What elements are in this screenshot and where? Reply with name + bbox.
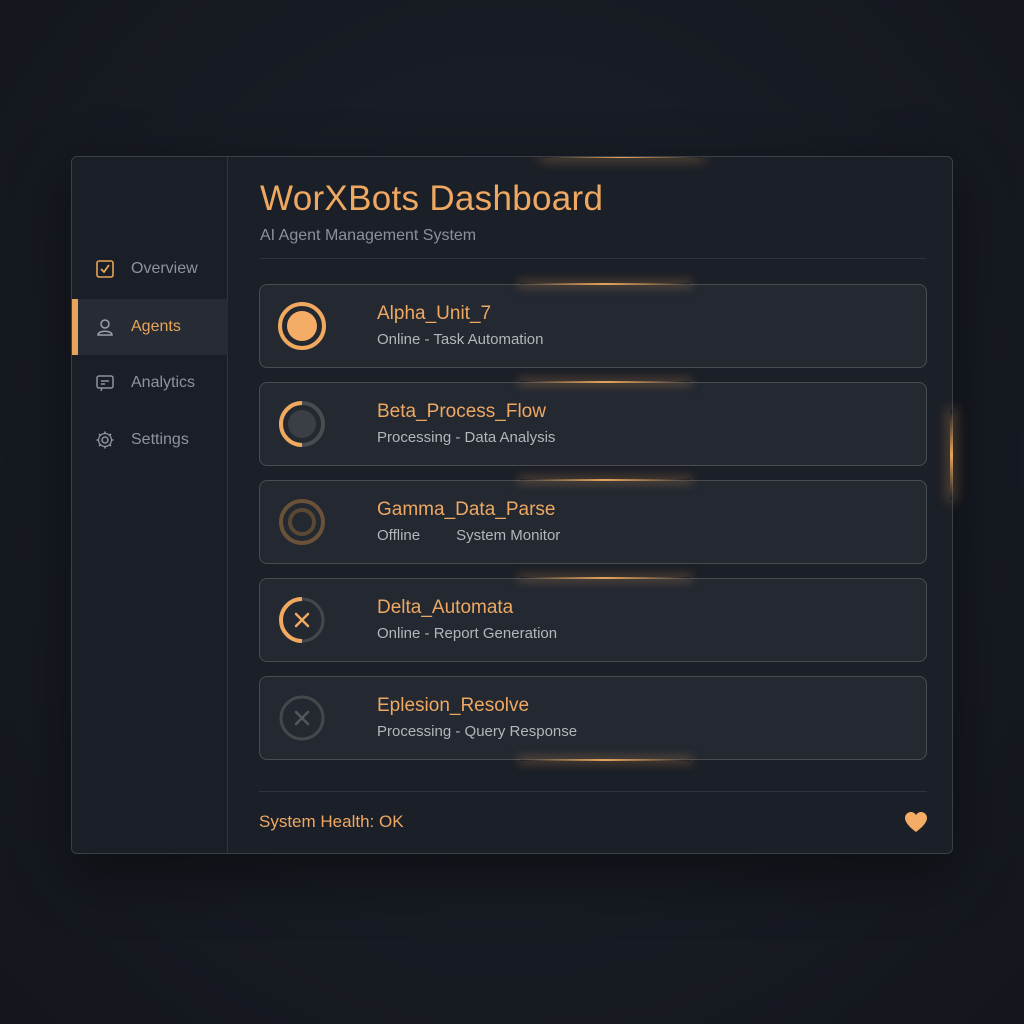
agent-card-eplesion[interactable]: Eplesion_Resolve Processing - Query Resp…: [259, 676, 927, 761]
agent-status: Offline System Monitor: [377, 527, 560, 544]
dashboard-window: Overview Agents Analytics Settings WorXB…: [71, 156, 953, 854]
agent-card-delta[interactable]: Delta_Automata Online - Report Generatio…: [259, 577, 927, 662]
error-status-icon: [279, 597, 325, 643]
sidebar-item-label: Overview: [131, 260, 198, 277]
card-glow-accent: [520, 577, 690, 579]
gear-icon: [94, 429, 116, 451]
agent-name: Delta_Automata: [377, 597, 514, 618]
divider: [260, 258, 926, 259]
card-glow-accent: [520, 479, 690, 481]
system-health-status: System Health: OK: [259, 812, 404, 831]
agent-name: Beta_Process_Flow: [377, 401, 546, 422]
agent-card-gamma[interactable]: Gamma_Data_Parse Offline System Monitor: [259, 479, 927, 564]
agent-name: Eplesion_Resolve: [377, 695, 530, 716]
offline-status-icon: [279, 499, 325, 545]
window-side-glow: [950, 410, 953, 500]
checkbox-icon: [94, 258, 116, 280]
chart-icon: [94, 372, 116, 394]
sidebar: Overview Agents Analytics Settings: [72, 157, 228, 853]
heart-icon: [905, 812, 927, 832]
processing-status-icon: [279, 401, 325, 447]
main-panel: WorXBots Dashboard AI Agent Management S…: [228, 157, 952, 853]
agent-status: Online - Report Generation: [377, 625, 558, 642]
agent-status: Online - Task Automation: [377, 331, 544, 348]
agent-name: Gamma_Data_Parse: [377, 499, 556, 520]
user-icon: [94, 316, 116, 338]
agent-card-beta[interactable]: Beta_Process_Flow Processing - Data Anal…: [259, 381, 927, 466]
card-glow-accent: [520, 381, 690, 383]
sidebar-item-overview[interactable]: Overview: [72, 241, 228, 297]
agent-status: Processing - Query Response: [377, 723, 578, 740]
agent-status-role: System Monitor: [456, 527, 561, 544]
sidebar-item-label: Settings: [131, 431, 189, 448]
agent-name: Alpha_Unit_7: [377, 303, 492, 324]
sidebar-item-agents[interactable]: Agents: [72, 299, 228, 355]
card-glow-accent: [520, 759, 690, 761]
agent-status: Processing - Data Analysis: [377, 429, 556, 446]
sidebar-item-settings[interactable]: Settings: [72, 412, 228, 468]
sidebar-item-label: Agents: [131, 318, 181, 335]
agent-card-alpha[interactable]: Alpha_Unit_7 Online - Task Automation: [259, 283, 927, 368]
inactive-error-status-icon: [279, 695, 325, 741]
page-title: WorXBots Dashboard: [260, 179, 604, 218]
divider: [259, 791, 927, 792]
agent-status-state: Offline: [377, 527, 421, 544]
card-glow-accent: [520, 283, 690, 285]
sidebar-item-analytics[interactable]: Analytics: [72, 355, 228, 411]
sidebar-item-label: Analytics: [131, 374, 196, 391]
online-status-icon: [278, 302, 326, 350]
page-subtitle: AI Agent Management System: [260, 227, 477, 244]
